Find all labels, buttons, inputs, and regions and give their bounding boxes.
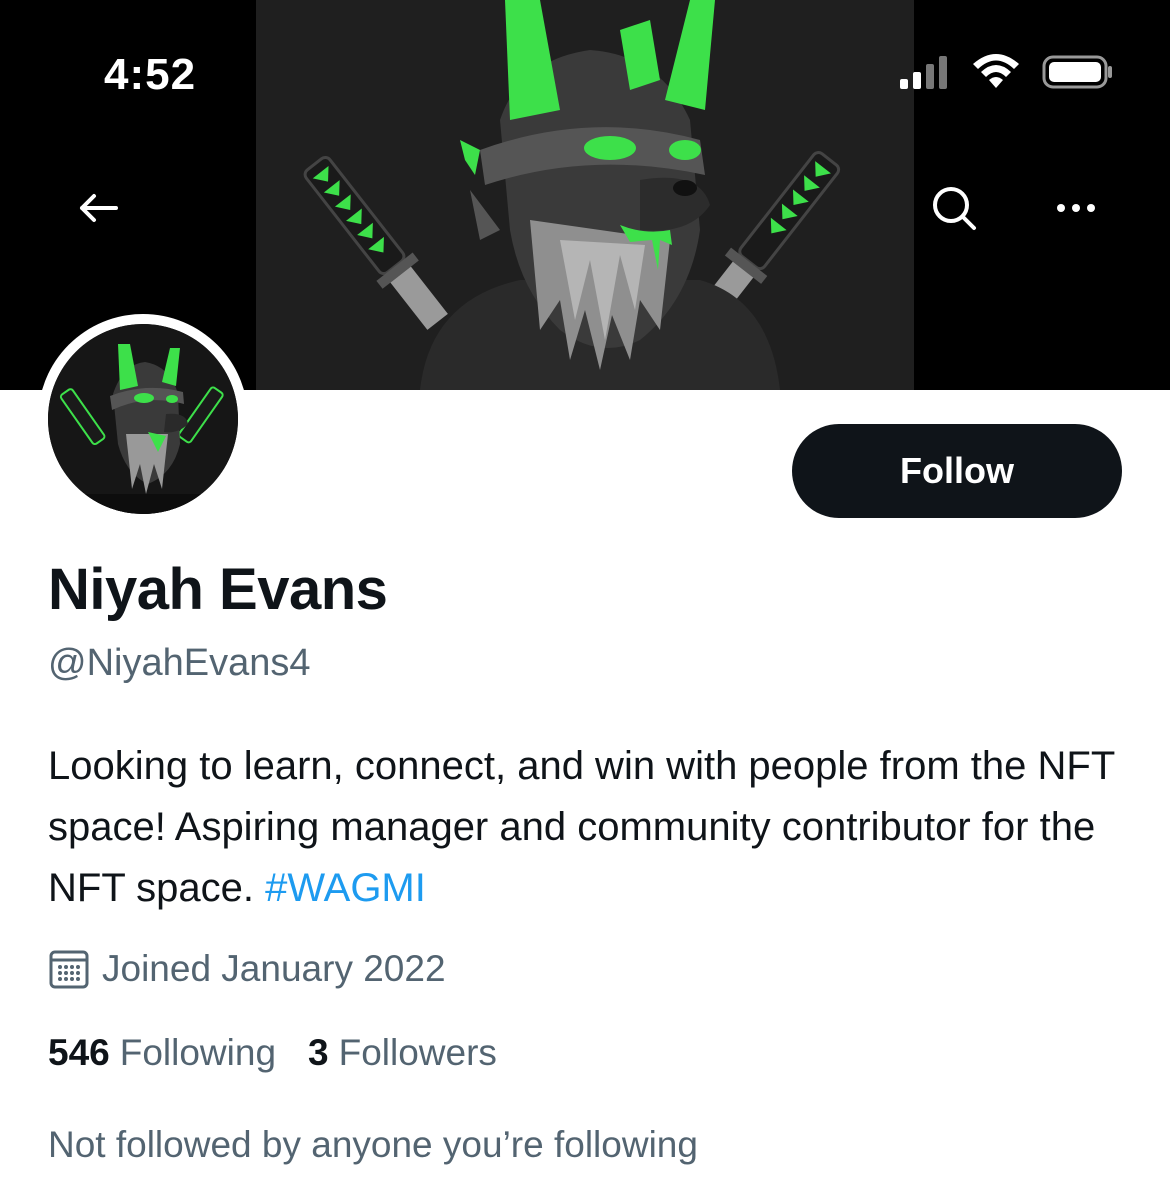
display-name: Niyah Evans: [48, 557, 388, 622]
search-icon: [933, 187, 976, 230]
follow-stats: 546 Following 3 Followers: [48, 1032, 529, 1074]
profile-avatar[interactable]: [38, 314, 248, 524]
back-arrow-icon: [80, 194, 118, 222]
more-options-button[interactable]: [1040, 180, 1112, 236]
search-button[interactable]: [906, 170, 1002, 246]
status-time: 4:52: [104, 50, 197, 99]
followers-link[interactable]: 3 Followers: [308, 1032, 497, 1074]
following-link[interactable]: 546 Following: [48, 1032, 276, 1074]
followers-count: 3: [308, 1032, 329, 1073]
following-label: Following: [119, 1032, 277, 1073]
more-icon: [1057, 204, 1095, 212]
status-bar-icons: [898, 54, 1114, 90]
joined-date: Joined January 2022: [48, 948, 446, 990]
follow-button[interactable]: Follow: [792, 424, 1122, 518]
joined-text: Joined January 2022: [102, 948, 446, 989]
following-count: 546: [48, 1032, 110, 1073]
profile-bio: Looking to learn, connect, and win with …: [48, 736, 1128, 919]
bio-hashtag-link[interactable]: #WAGMI: [265, 866, 426, 910]
cellular-signal-icon: [900, 56, 947, 89]
battery-icon: [1042, 55, 1112, 89]
wifi-icon: [973, 54, 1019, 88]
mutual-followers-text: Not followed by anyone you’re following: [48, 1124, 698, 1165]
back-button[interactable]: [70, 180, 126, 236]
user-handle: @NiyahEvans4: [48, 642, 311, 684]
calendar-icon: [49, 950, 89, 989]
avatar-image: [48, 324, 238, 514]
followers-label: Followers: [338, 1032, 497, 1073]
bio-text: Looking to learn, connect, and win with …: [48, 744, 1115, 910]
